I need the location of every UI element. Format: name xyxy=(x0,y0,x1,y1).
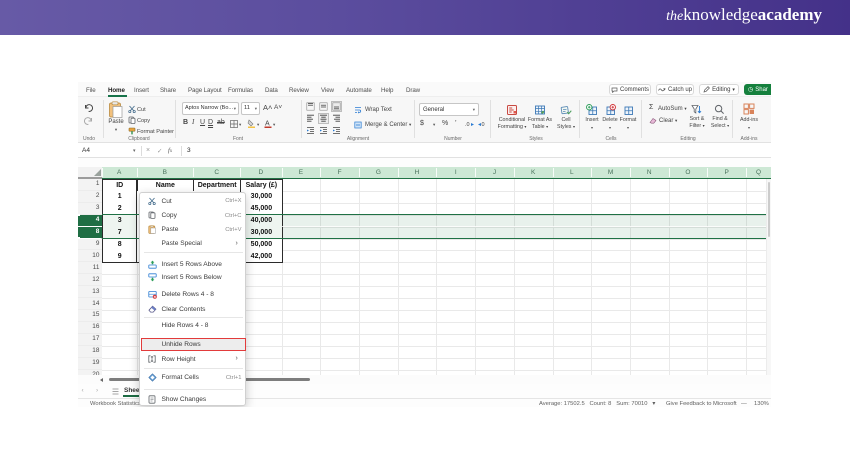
svg-text:.0: .0 xyxy=(465,122,470,128)
svg-text:A: A xyxy=(265,121,270,128)
